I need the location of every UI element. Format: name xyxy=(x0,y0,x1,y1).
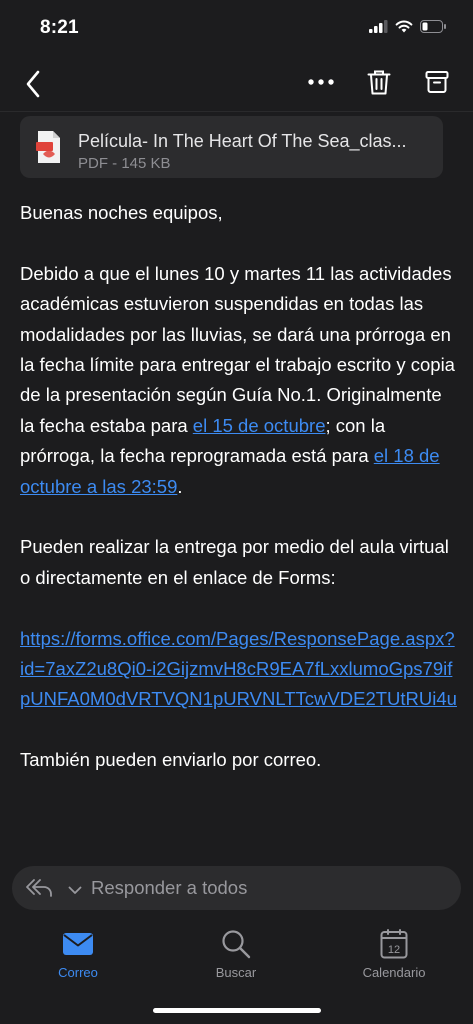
email-paragraph-2: Pueden realizar la entrega por medio del… xyxy=(20,536,449,588)
tab-mail-label: Correo xyxy=(58,965,98,980)
trash-icon xyxy=(367,70,391,94)
pdf-file-icon xyxy=(36,130,62,164)
more-dots-icon xyxy=(308,79,334,85)
delete-button[interactable] xyxy=(363,66,395,98)
attachment-name: Película- In The Heart Of The Sea_clas..… xyxy=(78,131,407,151)
archive-icon xyxy=(425,71,449,93)
wifi-icon xyxy=(395,20,413,38)
archive-button[interactable] xyxy=(421,66,453,98)
attachment-meta: PDF - 145 KB xyxy=(78,155,171,172)
email-content: Película- In The Heart Of The Sea_clas..… xyxy=(0,112,473,857)
nav-bar xyxy=(0,56,473,112)
calendar-day: 12 xyxy=(388,944,400,956)
reply-all-bar[interactable]: Responder a todos xyxy=(12,866,461,910)
status-time: 8:21 xyxy=(40,17,79,38)
back-button[interactable] xyxy=(18,66,48,102)
tab-search-label: Buscar xyxy=(215,965,257,980)
mail-icon xyxy=(23,928,133,960)
tab-calendar[interactable]: 12 Calendario xyxy=(339,928,449,980)
chevron-down-icon[interactable] xyxy=(68,882,82,900)
more-button[interactable] xyxy=(305,66,337,98)
status-bar: 8:21 xyxy=(0,0,473,56)
email-greeting: Buenas noches equipos, xyxy=(20,202,223,223)
chevron-left-icon xyxy=(26,70,40,98)
email-paragraph-1: Debido a que el lunes 10 y martes 11 las… xyxy=(20,259,458,502)
calendar-icon: 12 xyxy=(339,928,449,960)
reply-all-label: Responder a todos xyxy=(91,877,248,898)
battery-icon xyxy=(420,20,447,38)
tab-calendar-label: Calendario xyxy=(362,965,426,980)
home-indicator xyxy=(153,1008,321,1013)
email-paragraph-3: También pueden enviarlo por correo. xyxy=(20,749,322,771)
p1-text-c: . xyxy=(177,475,183,497)
forms-link[interactable]: https://forms.office.com/Pages/ResponseP… xyxy=(20,628,457,710)
search-icon xyxy=(181,928,291,960)
tab-mail[interactable]: Correo xyxy=(23,928,133,980)
nav-actions xyxy=(305,66,453,98)
status-icons xyxy=(369,20,447,38)
email-paragraph-url: https://forms.office.com/Pages/ResponseP… xyxy=(20,624,458,715)
date-link-original[interactable]: el 15 de octubre xyxy=(193,415,326,436)
email-body: Buenas noches equipos, Debido a que el l… xyxy=(20,198,458,806)
reply-all-icon[interactable] xyxy=(24,876,54,903)
cellular-signal-icon xyxy=(369,20,388,38)
attachment-card[interactable]: Película- In The Heart Of The Sea_clas..… xyxy=(20,116,443,178)
tab-search[interactable]: Buscar xyxy=(181,928,291,980)
p1-text-a: Debido a que el lunes 10 y martes 11 las… xyxy=(20,262,455,436)
